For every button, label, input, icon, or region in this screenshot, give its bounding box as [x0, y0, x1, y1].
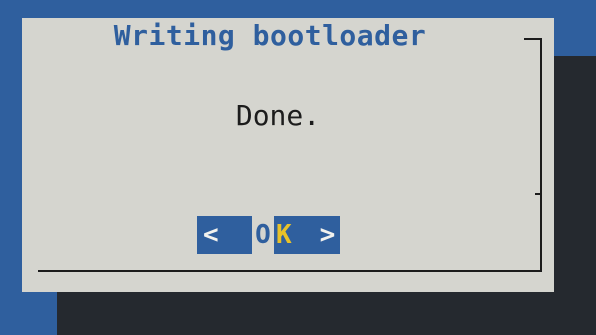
ok-button-left-bracket: <	[197, 216, 252, 254]
dialog-frame-bottom	[38, 270, 542, 272]
ok-button-right-segment: K >	[274, 216, 340, 254]
ok-button-label-start: O	[252, 216, 274, 254]
terminal-screen: Writing bootloader Done. < O K >	[0, 0, 596, 335]
ok-button-hotkey: K	[276, 220, 292, 250]
dialog-title: Writing bootloader	[113, 19, 427, 52]
ok-button[interactable]: < O K >	[197, 216, 340, 254]
dialog-frame-right-lower	[540, 195, 542, 272]
dialog-frame-tick	[535, 193, 542, 195]
dialog-message: Done.	[235, 99, 321, 132]
ok-button-right-bracket: >	[319, 220, 336, 250]
